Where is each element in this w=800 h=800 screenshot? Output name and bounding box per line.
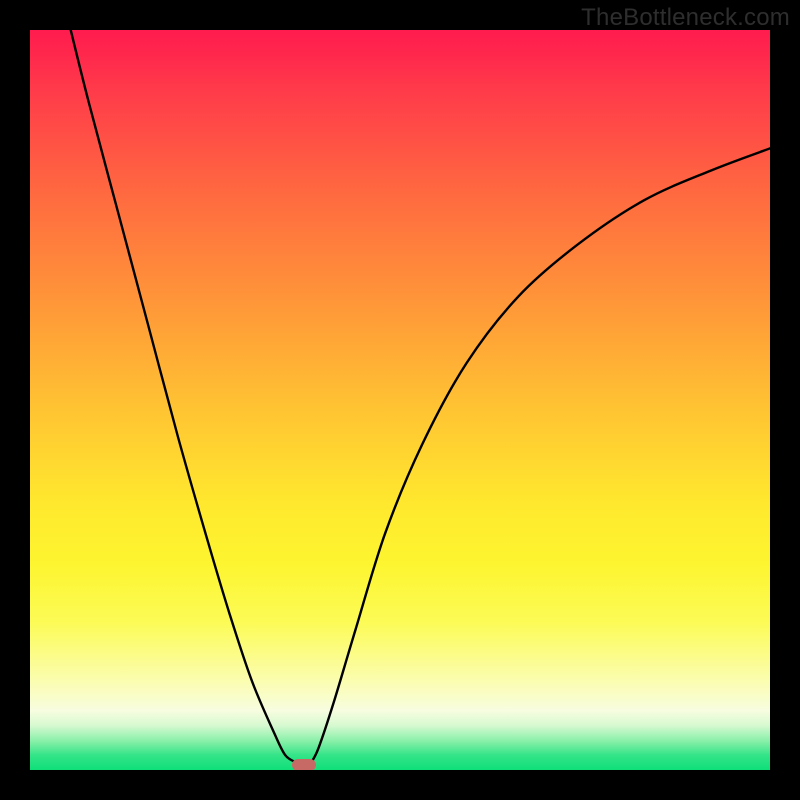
curve-right-branch [311, 148, 770, 762]
chart-frame: TheBottleneck.com [0, 0, 800, 800]
plot-area [30, 30, 770, 770]
curve-left-branch [71, 30, 297, 763]
watermark-text: TheBottleneck.com [581, 4, 790, 32]
curve-layer [30, 30, 770, 770]
minimum-marker [292, 759, 316, 770]
